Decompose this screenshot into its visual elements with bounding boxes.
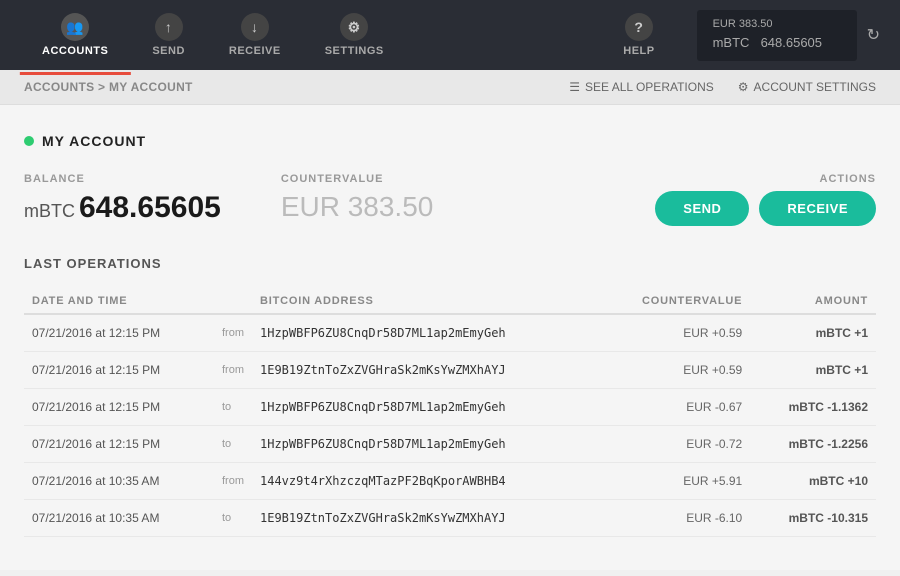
nav-item-accounts[interactable]: 👥 ACCOUNTS [20,13,130,57]
operations-title: LAST OPERATIONS [24,256,876,271]
account-title: MY ACCOUNT [42,133,146,149]
list-icon: ☰ [569,80,580,94]
account-settings-link[interactable]: ⚙ ACCOUNT SETTINGS [738,80,876,94]
col-amount: AMOUNT [750,289,876,314]
cell-direction: to [214,426,252,463]
balance-value: mBTC648.65605 [24,191,221,225]
settings-icon: ⚙ [340,13,368,41]
accounts-icon: 👥 [61,13,89,41]
refresh-button[interactable]: ↻ [867,25,880,45]
nav-item-send[interactable]: ↑ SEND [130,13,207,57]
nav-items: 👥 ACCOUNTS ↑ SEND ↓ RECEIVE ⚙ SETTINGS ?… [20,13,677,57]
cell-direction: from [214,314,252,352]
table-row: 07/21/2016 at 10:35 AM to 1E9B19ZtnToZxZ… [24,500,876,537]
cell-amount: mBTC -1.1362 [750,389,876,426]
breadcrumb-bar: ACCOUNTS > MY ACCOUNT ☰ SEE ALL OPERATIO… [0,70,900,105]
cell-date: 07/21/2016 at 12:15 PM [24,389,214,426]
cell-countervalue: EUR +5.91 [597,463,750,500]
table-row: 07/21/2016 at 12:15 PM to 1HzpWBFP6ZU8Cn… [24,389,876,426]
cell-countervalue: EUR -0.67 [597,389,750,426]
col-address: BITCOIN ADDRESS [252,289,597,314]
nav-label-send: SEND [152,45,185,57]
balance-unit: mBTC [24,201,75,221]
countervalue-label: COUNTERVALUE [281,173,434,185]
table-header-row: DATE AND TIME BITCOIN ADDRESS COUNTERVAL… [24,289,876,314]
nav-balance-btc: mBTC 648.65605 [713,30,822,53]
operations-table: DATE AND TIME BITCOIN ADDRESS COUNTERVAL… [24,289,876,537]
cell-countervalue: EUR +0.59 [597,352,750,389]
col-date: DATE AND TIME [24,289,214,314]
cell-address: 1HzpWBFP6ZU8CnqDr58D7ML1ap2mEmyGeh [252,426,597,463]
actions-section: ACTIONS SEND RECEIVE [655,173,876,226]
cell-countervalue: EUR -6.10 [597,500,750,537]
nav-item-help[interactable]: ? HELP [601,13,676,57]
table-row: 07/21/2016 at 12:15 PM to 1HzpWBFP6ZU8Cn… [24,426,876,463]
nav-label-settings: SETTINGS [325,45,384,57]
nav-label-help: HELP [623,45,654,57]
cell-date: 07/21/2016 at 12:15 PM [24,426,214,463]
nav-balance-btc-unit: mBTC [713,35,750,50]
col-direction-spacer [214,289,252,314]
cell-direction: to [214,500,252,537]
col-countervalue: COUNTERVALUE [597,289,750,314]
cell-amount: mBTC -10.315 [750,500,876,537]
account-settings-label: ACCOUNT SETTINGS [754,80,876,94]
cell-address: 144vz9t4rXhzczqMTazPF2BqKporAWBHB4 [252,463,597,500]
send-button[interactable]: SEND [655,191,749,226]
countervalue-section: COUNTERVALUE EUR 383.50 [281,173,434,223]
table-row: 07/21/2016 at 12:15 PM from 1E9B19ZtnToZ… [24,352,876,389]
nav-item-settings[interactable]: ⚙ SETTINGS [303,13,406,57]
nav-balance-eur: EUR 383.50 [713,18,773,30]
cell-address: 1E9B19ZtnToZxZVGHraSk2mKsYwZMXhAYJ [252,352,597,389]
breadcrumb-actions: ☰ SEE ALL OPERATIONS ⚙ ACCOUNT SETTINGS [569,80,876,94]
account-status-dot [24,136,34,146]
cell-amount: mBTC -1.2256 [750,426,876,463]
nav-label-receive: RECEIVE [229,45,281,57]
nav-item-receive[interactable]: ↓ RECEIVE [207,13,303,57]
nav-balance-btc-value: 648.65605 [761,35,822,50]
breadcrumb-root[interactable]: ACCOUNTS [24,80,94,94]
breadcrumb-current: MY ACCOUNT [109,80,193,94]
breadcrumb: ACCOUNTS > MY ACCOUNT [24,80,193,94]
receive-icon: ↓ [241,13,269,41]
account-header: MY ACCOUNT [24,133,876,149]
gear-icon: ⚙ [738,80,749,94]
cell-address: 1E9B19ZtnToZxZVGHraSk2mKsYwZMXhAYJ [252,500,597,537]
cell-direction: from [214,352,252,389]
actions-label: ACTIONS [820,173,877,185]
cell-date: 07/21/2016 at 10:35 AM [24,500,214,537]
table-row: 07/21/2016 at 10:35 AM from 144vz9t4rXhz… [24,463,876,500]
balance-section: BALANCE mBTC648.65605 [24,173,221,225]
breadcrumb-separator: > [98,80,105,94]
cell-direction: to [214,389,252,426]
balance-amount: 648.65605 [79,191,221,224]
countervalue-value: EUR 383.50 [281,191,434,223]
see-all-label: SEE ALL OPERATIONS [585,80,714,94]
main-content: MY ACCOUNT BALANCE mBTC648.65605 COUNTER… [0,105,900,570]
cell-countervalue: EUR -0.72 [597,426,750,463]
balance-row: BALANCE mBTC648.65605 COUNTERVALUE EUR 3… [24,173,876,226]
see-all-operations-link[interactable]: ☰ SEE ALL OPERATIONS [569,80,713,94]
cell-date: 07/21/2016 at 12:15 PM [24,314,214,352]
cell-address: 1HzpWBFP6ZU8CnqDr58D7ML1ap2mEmyGeh [252,389,597,426]
nav-label-accounts: ACCOUNTS [42,45,108,57]
receive-button[interactable]: RECEIVE [759,191,876,226]
cell-direction: from [214,463,252,500]
cell-amount: mBTC +10 [750,463,876,500]
cell-amount: mBTC +1 [750,314,876,352]
cell-date: 07/21/2016 at 10:35 AM [24,463,214,500]
cell-date: 07/21/2016 at 12:15 PM [24,352,214,389]
cell-amount: mBTC +1 [750,352,876,389]
balance-label: BALANCE [24,173,221,185]
table-row: 07/21/2016 at 12:15 PM from 1HzpWBFP6ZU8… [24,314,876,352]
cell-address: 1HzpWBFP6ZU8CnqDr58D7ML1ap2mEmyGeh [252,314,597,352]
action-buttons: SEND RECEIVE [655,191,876,226]
nav-balance: EUR 383.50 mBTC 648.65605 [697,10,857,61]
send-icon: ↑ [155,13,183,41]
help-icon: ? [625,13,653,41]
cell-countervalue: EUR +0.59 [597,314,750,352]
top-nav: 👥 ACCOUNTS ↑ SEND ↓ RECEIVE ⚙ SETTINGS ?… [0,0,900,70]
